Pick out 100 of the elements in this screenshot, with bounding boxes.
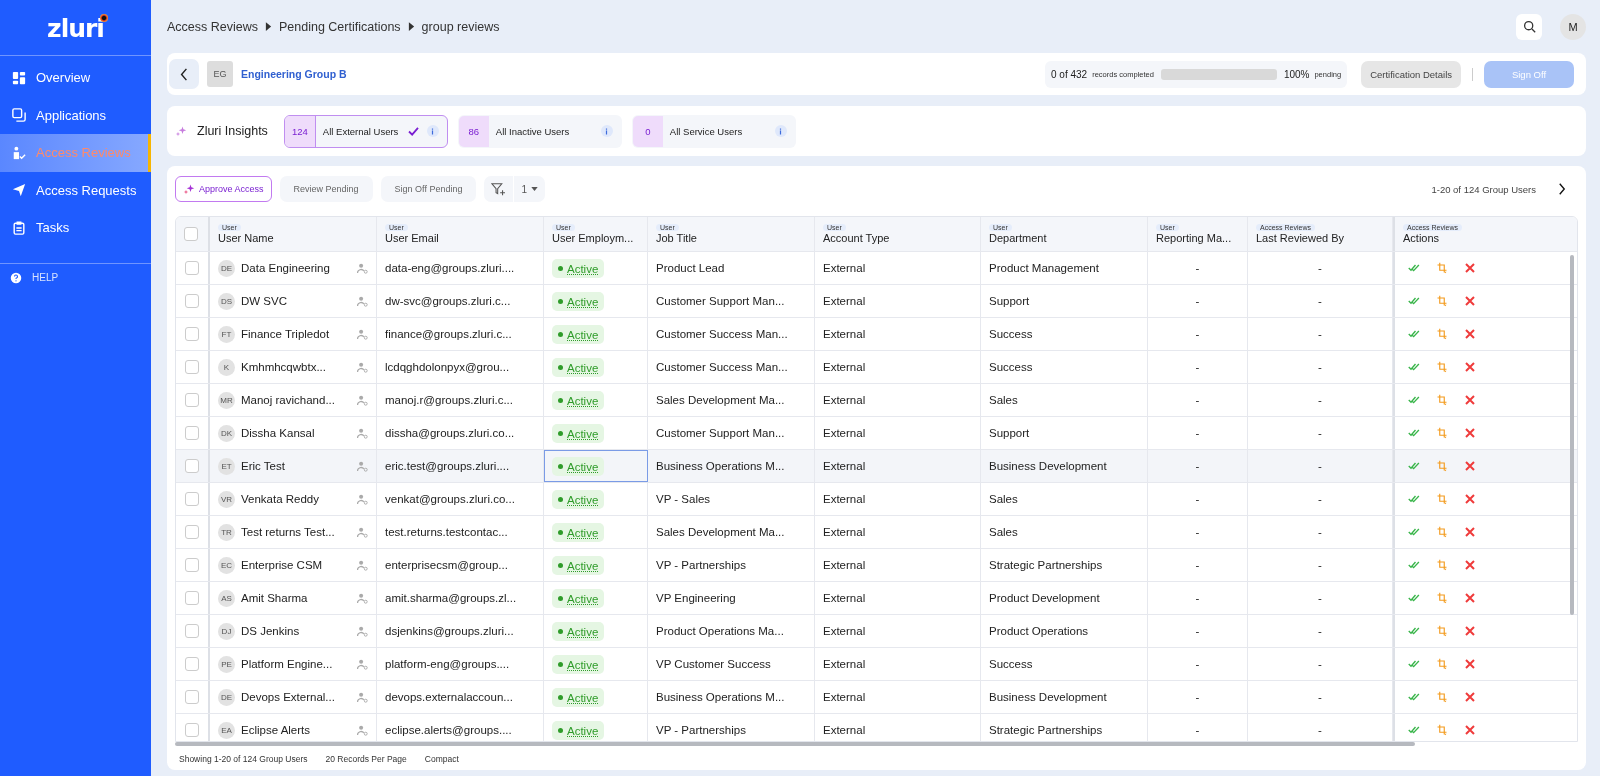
breadcrumb[interactable]: Access Reviews (167, 19, 258, 34)
row-checkbox[interactable] (185, 591, 199, 605)
column-header[interactable]: User Name (218, 232, 274, 244)
table-row[interactable]: VR Venkata Reddy venkat@groups.zluri.co... Active VP - Sales External Sales - - (176, 483, 1577, 516)
approve-icon[interactable] (1408, 526, 1420, 538)
records-per-page[interactable]: 20 Records Per Page (325, 754, 407, 764)
modify-icon[interactable] (1436, 592, 1448, 604)
table-row[interactable]: DS DW SVC dw-svc@groups.zluri.c... Active Customer Support Man... External Support - - (176, 285, 1577, 318)
review-pending-button[interactable]: Review Pending (279, 176, 373, 202)
modify-icon[interactable] (1436, 460, 1448, 472)
table-row[interactable]: TR Test returns Test... test.returns.testcontac... Active Sales Development Ma... External Sales - - (176, 516, 1577, 549)
table-row[interactable]: DJ DS Jenkins dsjenkins@groups.zluri... Active Product Operations Ma... External Product Operations - - (176, 615, 1577, 648)
vertical-scrollbar[interactable] (1570, 255, 1574, 615)
insight-chip[interactable]: 124 All External Users (283, 114, 448, 148)
approve-icon[interactable] (1408, 559, 1420, 571)
sidebar-item[interactable]: Access Requests (0, 171, 151, 209)
user-avatar[interactable]: M (1560, 13, 1586, 40)
row-checkbox[interactable] (185, 624, 199, 638)
modify-icon[interactable] (1436, 658, 1448, 670)
revoke-icon[interactable] (1464, 658, 1476, 670)
revoke-icon[interactable] (1464, 328, 1476, 340)
approve-icon[interactable] (1408, 394, 1420, 406)
revoke-icon[interactable] (1464, 493, 1476, 505)
revoke-icon[interactable] (1464, 394, 1476, 406)
table-row[interactable]: FT Finance Tripledot finance@groups.zluri.c... Active Customer Success Man... External Success - - (176, 318, 1577, 351)
modify-icon[interactable] (1436, 526, 1448, 538)
row-checkbox[interactable] (185, 327, 199, 341)
sidebar-item[interactable]: Applications (0, 96, 151, 134)
revoke-icon[interactable] (1464, 625, 1476, 637)
approve-icon[interactable] (1408, 493, 1420, 505)
revoke-icon[interactable] (1464, 559, 1476, 571)
row-checkbox[interactable] (185, 558, 199, 572)
approve-icon[interactable] (1408, 262, 1420, 274)
horizontal-scrollbar[interactable] (175, 742, 1415, 746)
modify-icon[interactable] (1436, 559, 1448, 571)
sign-off-pending-button[interactable]: Sign Off Pending (380, 176, 477, 202)
modify-icon[interactable] (1436, 493, 1448, 505)
approve-icon[interactable] (1408, 724, 1420, 736)
modify-icon[interactable] (1436, 328, 1448, 340)
help-link[interactable]: HELP (0, 271, 151, 284)
group-name[interactable]: Engineering Group B (241, 68, 347, 80)
revoke-icon[interactable] (1464, 691, 1476, 703)
row-checkbox[interactable] (185, 492, 199, 506)
revoke-icon[interactable] (1464, 295, 1476, 307)
column-header[interactable]: Account Type (823, 232, 890, 244)
table-row[interactable]: DE Data Engineering data-eng@groups.zluri.... Active Product Lead External Product Management - - (176, 252, 1577, 285)
table-row[interactable]: MR Manoj ravichand... manoj.r@groups.zluri.c... Active Sales Development Ma... External Sales - - (176, 384, 1577, 417)
revoke-icon[interactable] (1464, 592, 1476, 604)
revoke-icon[interactable] (1464, 526, 1476, 538)
column-header[interactable]: Reporting Ma... (1156, 232, 1232, 244)
approve-icon[interactable] (1408, 361, 1420, 373)
column-header[interactable]: Last Reviewed By (1256, 232, 1345, 244)
revoke-icon[interactable] (1464, 427, 1476, 439)
revoke-icon[interactable] (1464, 724, 1476, 736)
modify-icon[interactable] (1436, 361, 1448, 373)
modify-icon[interactable] (1436, 724, 1448, 736)
table-row[interactable]: K Kmhmhcqwbtx... lcdqghdolonpyx@grou... Active Customer Success Man... External Success - - (176, 351, 1577, 384)
row-checkbox[interactable] (185, 657, 199, 671)
approve-icon[interactable] (1408, 427, 1420, 439)
select-all-checkbox[interactable] (184, 227, 198, 241)
column-header[interactable]: User Employm... (552, 232, 634, 244)
row-checkbox[interactable] (185, 690, 199, 704)
modify-icon[interactable] (1436, 691, 1448, 703)
row-checkbox[interactable] (185, 723, 199, 737)
breadcrumb[interactable]: group reviews (421, 19, 500, 34)
search-button[interactable] (1516, 13, 1542, 40)
revoke-icon[interactable] (1464, 361, 1476, 373)
approve-icon[interactable] (1408, 625, 1420, 637)
density-toggle[interactable]: Compact (424, 754, 459, 764)
approve-access-button[interactable]: Approve Access (175, 176, 272, 202)
insight-chip[interactable]: 86 All Inactive Users (457, 114, 622, 148)
column-header[interactable]: User Email (385, 232, 439, 244)
certification-details-button[interactable]: Certification Details (1361, 60, 1461, 88)
modify-icon[interactable] (1436, 625, 1448, 637)
modify-icon[interactable] (1436, 262, 1448, 274)
column-header[interactable]: Actions (1403, 232, 1440, 244)
modify-icon[interactable] (1436, 394, 1448, 406)
row-checkbox[interactable] (185, 360, 199, 374)
approve-icon[interactable] (1408, 658, 1420, 670)
modify-icon[interactable] (1436, 427, 1448, 439)
column-header[interactable]: Department (989, 232, 1047, 244)
table-row[interactable]: PE Platform Engine... platform-eng@groups.... Active VP Customer Success External Success - - (176, 648, 1577, 681)
table-row[interactable]: EC Enterprise CSM enterprisecsm@group... Active VP - Partnerships External Strategic Partnerships - - (176, 549, 1577, 582)
revoke-icon[interactable] (1464, 262, 1476, 274)
sidebar-item[interactable]: Overview (0, 59, 151, 97)
modify-icon[interactable] (1436, 295, 1448, 307)
table-row[interactable]: DE Devops External... devops.externalaccoun... Active Business Operations M... External Business Development - - (176, 681, 1577, 714)
back-button[interactable] (169, 59, 199, 89)
row-checkbox[interactable] (185, 459, 199, 473)
sidebar-item[interactable]: Tasks (0, 209, 151, 247)
table-row[interactable]: ET Eric Test eric.test@groups.zluri.... Active Business Operations M... External Business Development - - (176, 450, 1577, 483)
approve-icon[interactable] (1408, 592, 1420, 604)
row-checkbox[interactable] (185, 294, 199, 308)
revoke-icon[interactable] (1464, 460, 1476, 472)
row-checkbox[interactable] (185, 426, 199, 440)
approve-icon[interactable] (1408, 295, 1420, 307)
column-header[interactable]: Job Title (656, 232, 697, 244)
row-checkbox[interactable] (185, 393, 199, 407)
row-checkbox[interactable] (185, 261, 199, 275)
row-checkbox[interactable] (185, 525, 199, 539)
